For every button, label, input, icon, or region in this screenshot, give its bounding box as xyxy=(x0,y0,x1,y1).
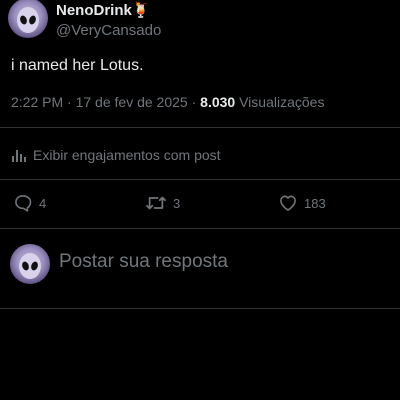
views-label: Visualizações xyxy=(239,94,325,110)
bar-chart-icon xyxy=(12,150,26,162)
like-count: 183 xyxy=(304,195,326,211)
view-engagements-link[interactable]: Exibir engajamentos com post xyxy=(11,145,221,165)
reply-input[interactable]: Postar sua resposta xyxy=(59,251,228,273)
alien-avatar-icon xyxy=(17,7,39,33)
meta-separator: · xyxy=(187,94,201,110)
repost-button[interactable]: 3 xyxy=(145,192,180,214)
view-engagements-label: Exibir engajamentos com post xyxy=(33,147,221,163)
divider xyxy=(0,127,400,128)
tweet-text: i named her Lotus. xyxy=(11,57,144,74)
tweet-date[interactable]: 17 de fev de 2025 xyxy=(76,94,188,110)
tropical-drink-emoji: 🍹 xyxy=(131,2,151,19)
divider xyxy=(0,179,400,180)
tweet-meta: 2:22 PM · 17 de fev de 2025 · 8.030 Visu… xyxy=(11,94,324,110)
speech-bubble-icon xyxy=(15,195,32,212)
reply-count: 4 xyxy=(39,195,47,211)
repost-arrows-icon xyxy=(145,196,167,210)
repost-count: 3 xyxy=(173,195,181,211)
meta-separator: · xyxy=(63,94,76,110)
reply-button[interactable]: 4 xyxy=(13,192,46,214)
tweet-time[interactable]: 2:22 PM xyxy=(11,94,63,110)
divider xyxy=(0,228,400,229)
author-handle[interactable]: @VeryCansado xyxy=(56,22,161,39)
alien-avatar-icon xyxy=(19,253,41,279)
like-button[interactable]: 183 xyxy=(278,192,326,214)
heart-icon xyxy=(280,195,296,211)
divider xyxy=(0,308,400,309)
current-user-avatar[interactable] xyxy=(10,244,50,284)
author-display-name[interactable]: NenoDrink🍹 xyxy=(56,1,151,19)
author-avatar[interactable] xyxy=(8,0,48,38)
views-count: 8.030 xyxy=(200,94,236,110)
